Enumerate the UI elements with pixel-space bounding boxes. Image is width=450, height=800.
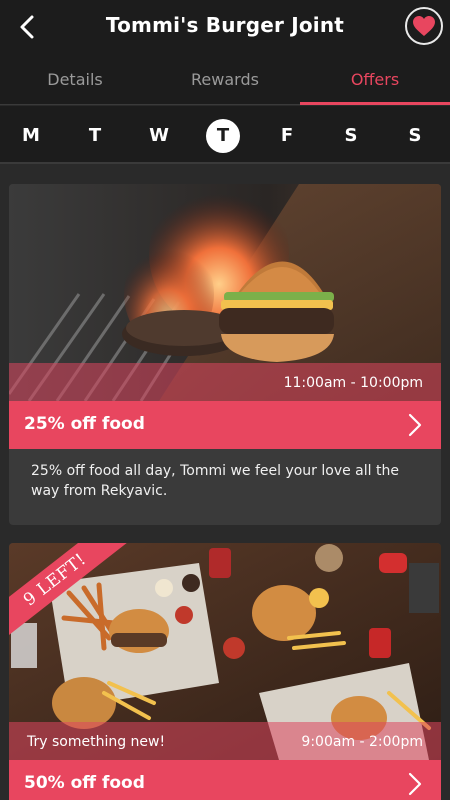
- day-thursday[interactable]: T: [206, 119, 240, 153]
- tab-bar: Details Rewards Offers: [0, 58, 450, 105]
- tab-details[interactable]: Details: [0, 58, 150, 104]
- day-saturday[interactable]: S: [334, 119, 368, 153]
- app-header: Tommi's Burger Joint: [0, 0, 450, 58]
- offer-title: 25% off food: [24, 414, 145, 434]
- offer-title-bar[interactable]: 25% off food: [9, 401, 441, 449]
- chevron-right-icon: [408, 413, 422, 437]
- tab-offers[interactable]: Offers: [300, 58, 450, 105]
- offer-title: 50% off food: [24, 773, 145, 793]
- chevron-right-icon: [408, 772, 422, 796]
- page-title: Tommi's Burger Joint: [105, 13, 345, 37]
- day-tuesday[interactable]: T: [78, 119, 112, 153]
- offer-image: 9 LEFT! Try something new! 9:00am - 2:00…: [9, 543, 441, 760]
- day-sunday[interactable]: S: [398, 119, 432, 153]
- day-monday[interactable]: M: [14, 119, 48, 153]
- tab-rewards[interactable]: Rewards: [150, 58, 300, 104]
- heart-icon: [413, 16, 435, 36]
- day-friday[interactable]: F: [270, 119, 304, 153]
- favorite-button[interactable]: [405, 7, 443, 45]
- day-selector: M T W T F S S: [0, 106, 450, 164]
- offer-tagline: Try something new!: [27, 734, 166, 750]
- offer-image: 11:00am - 10:00pm: [9, 184, 441, 401]
- offer-card[interactable]: 11:00am - 10:00pm 25% off food 25% off f…: [9, 184, 441, 525]
- offer-time: 9:00am - 2:00pm: [301, 734, 423, 750]
- offer-title-bar[interactable]: 50% off food: [9, 760, 441, 800]
- offers-list[interactable]: 11:00am - 10:00pm 25% off food 25% off f…: [0, 166, 450, 800]
- offer-card[interactable]: 9 LEFT! Try something new! 9:00am - 2:00…: [9, 543, 441, 800]
- day-wednesday[interactable]: W: [142, 119, 176, 153]
- offer-time: 11:00am - 10:00pm: [283, 375, 423, 391]
- offer-description: 25% off food all day, Tommi we feel your…: [31, 463, 399, 499]
